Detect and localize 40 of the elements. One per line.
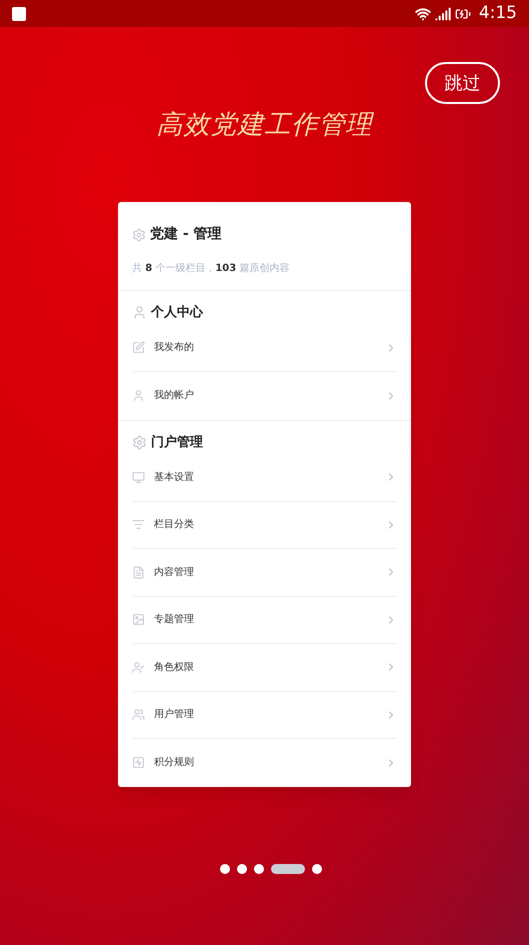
app-icon	[12, 6, 26, 20]
section-title: 个人中心	[151, 304, 203, 322]
menu-item-label: 内容管理	[154, 566, 195, 580]
menu-item-label: 我发布的	[154, 340, 195, 356]
menu-item[interactable]: 我的帐户	[132, 372, 397, 420]
menu-item[interactable]: 内容管理	[132, 549, 397, 596]
card-title: 党建 - 管理	[150, 225, 222, 244]
user-icon	[132, 389, 145, 402]
user-icon	[132, 305, 147, 320]
menu-item-label: 栏目分类	[154, 518, 195, 532]
menu-item-label: 专题管理	[154, 612, 195, 628]
clock: 4:15	[478, 2, 517, 25]
menu-item[interactable]: 基本设置	[132, 454, 397, 502]
users-icon	[132, 708, 145, 722]
settings-icon	[132, 434, 147, 450]
document-icon	[132, 566, 145, 579]
list-icon	[132, 518, 145, 532]
menu-item-label: 我的帐户	[154, 388, 195, 404]
user-icon	[132, 660, 145, 674]
settings-icon	[132, 228, 146, 242]
menu-item[interactable]: 专题管理	[132, 596, 397, 644]
summary-text: 共 8 个一级栏目，103 篇原创内容	[132, 262, 290, 276]
menu-item[interactable]: 用户管理	[132, 692, 397, 739]
menu-item[interactable]: 栏目分类	[132, 502, 397, 549]
menu-item[interactable]: 我发布的	[132, 324, 397, 372]
signal-icon	[434, 6, 451, 22]
headline: 高效党建工作管理	[156, 109, 372, 142]
section-title: 门户管理	[151, 434, 203, 452]
skip-button[interactable]: 跳过	[425, 62, 500, 104]
menu-item-label: 用户管理	[154, 708, 195, 722]
edit-icon	[132, 341, 145, 354]
monitor-icon	[132, 470, 145, 484]
menu-item[interactable]: 积分规则	[132, 739, 397, 786]
wifi-icon	[414, 6, 431, 22]
chart-icon	[132, 756, 145, 770]
image-icon	[132, 613, 145, 626]
menu-item-label: 积分规则	[154, 756, 195, 770]
menu-item-label: 基本设置	[154, 470, 195, 485]
menu-item-label: 角色权限	[154, 660, 195, 675]
menu-item[interactable]: 角色权限	[132, 644, 397, 692]
